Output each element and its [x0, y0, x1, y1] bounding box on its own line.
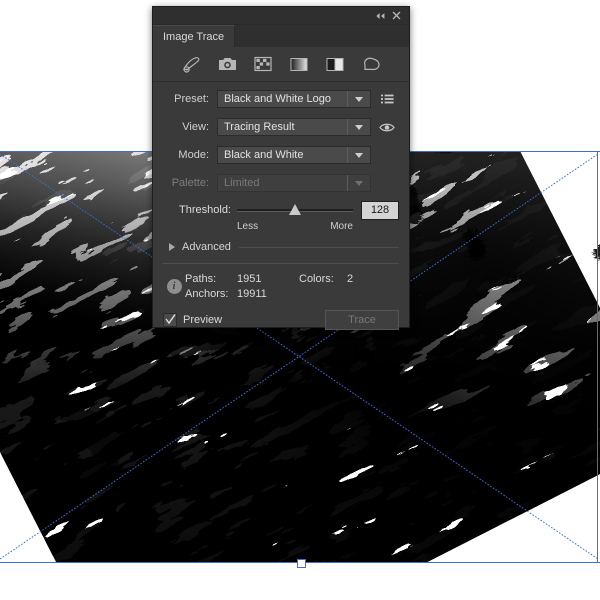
view-row[interactable]: View: Tracing Result — [163, 116, 399, 138]
grayscale-icon[interactable] — [288, 54, 310, 74]
chevron-down-icon[interactable] — [347, 91, 370, 107]
mode-label: Mode: — [178, 149, 209, 161]
colors-value: 2 — [347, 272, 354, 285]
threshold-scale-labels: Less More — [163, 221, 399, 232]
close-icon[interactable] — [388, 9, 404, 23]
view-label: View: — [182, 121, 209, 133]
mode-value: Black and White — [224, 149, 304, 161]
list-menu-icon[interactable] — [375, 94, 399, 105]
eye-icon[interactable] — [375, 122, 399, 133]
palette-select: Limited — [217, 174, 371, 192]
anchors-label: Anchors: — [185, 287, 229, 300]
panel-tab-bar[interactable]: Image Trace — [153, 25, 409, 47]
preset-row[interactable]: Preset: Black and White Logo — [163, 88, 399, 110]
double-chevron-left-icon[interactable] — [372, 9, 388, 23]
palette-label: Palette: — [171, 177, 209, 189]
low-color-icon[interactable] — [252, 54, 274, 74]
preset-value: Black and White Logo — [224, 93, 332, 105]
disclosure-triangle-icon[interactable] — [169, 243, 175, 251]
preview-label: Preview — [183, 314, 223, 326]
outline-icon[interactable] — [360, 54, 382, 74]
preset-select[interactable]: Black and White Logo — [217, 90, 371, 108]
screenshot-root: Image Trace Preset: Black and White Logo… — [0, 0, 600, 600]
panel-footer[interactable]: Preview Trace — [153, 301, 409, 330]
chevron-down-icon[interactable] — [347, 119, 370, 135]
threshold-row[interactable]: Threshold: 128 — [163, 200, 399, 220]
advanced-label: Advanced — [182, 241, 231, 253]
black-and-white-icon[interactable] — [324, 54, 346, 74]
threshold-input[interactable]: 128 — [361, 200, 399, 220]
image-trace-panel[interactable]: Image Trace Preset: Black and White Logo… — [152, 6, 410, 330]
panel-body: Preset: Black and White Logo View: Traci… — [153, 82, 409, 301]
high-color-photo-icon[interactable] — [216, 54, 238, 74]
chevron-down-icon[interactable] — [347, 147, 370, 163]
threshold-slider[interactable] — [237, 202, 353, 218]
view-value: Tracing Result — [224, 121, 295, 133]
trace-preset-toolbar[interactable] — [153, 47, 409, 82]
mode-select[interactable]: Black and White — [217, 146, 371, 164]
advanced-rule — [238, 246, 399, 248]
advanced-section-toggle[interactable]: Advanced — [163, 238, 399, 256]
checkmark-icon — [165, 314, 176, 325]
preset-label: Preset: — [174, 93, 209, 105]
checkbox-box[interactable] — [163, 313, 177, 327]
paths-line: Paths: 1951 Colors: 2 — [185, 271, 399, 286]
slider-handle[interactable] — [289, 204, 301, 215]
anchors-line: Anchors: 19911 — [185, 286, 399, 301]
trace-info-block: i Paths: 1951 Colors: 2 Anchors: 19911 — [163, 264, 399, 301]
preview-checkbox[interactable]: Preview — [163, 313, 222, 327]
mode-row[interactable]: Mode: Black and White — [163, 144, 399, 166]
palette-value: Limited — [224, 177, 260, 189]
auto-color-icon[interactable] — [180, 54, 202, 74]
anchors-value: 19911 — [237, 287, 267, 300]
chevron-down-icon — [347, 175, 370, 191]
paths-label: Paths: — [185, 272, 217, 285]
trace-stats: Paths: 1951 Colors: 2 Anchors: 19911 — [185, 271, 399, 301]
view-select[interactable]: Tracing Result — [217, 118, 371, 136]
info-icon: i — [163, 278, 185, 294]
tab-image-trace[interactable]: Image Trace — [153, 25, 236, 47]
colors-label: Colors: — [299, 272, 334, 285]
trace-button[interactable]: Trace — [325, 310, 399, 330]
paths-value: 1951 — [237, 272, 262, 285]
panel-titlebar[interactable] — [153, 7, 409, 25]
threshold-min-label: Less — [237, 221, 259, 232]
threshold-label: Threshold: — [179, 204, 231, 216]
threshold-max-label: More — [330, 221, 353, 232]
palette-row: Palette: Limited — [163, 172, 399, 194]
selection-handle-bottom-center[interactable] — [297, 559, 306, 568]
